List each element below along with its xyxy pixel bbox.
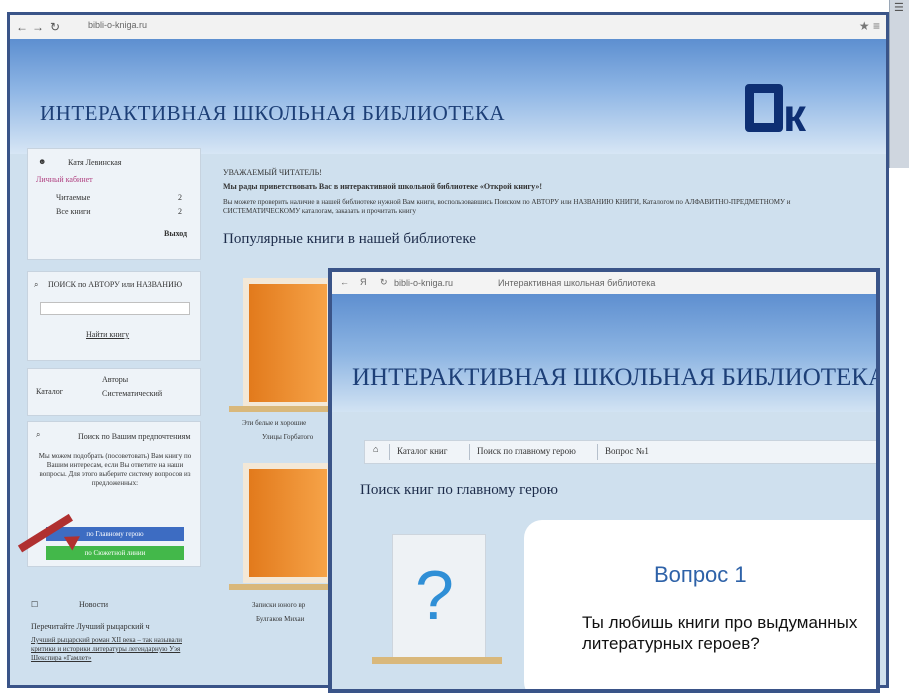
news-icon: ☐	[31, 600, 39, 609]
reload-icon[interactable]: ↻	[380, 277, 388, 288]
all-books-label: Все книги	[56, 207, 91, 216]
book-author: Булгаков Михаи	[256, 615, 305, 623]
site-title: ИНТЕРАКТИВНАЯ ШКОЛЬНАЯ БИБЛИОТЕКА	[352, 364, 880, 391]
home-icon[interactable]: ⌂	[373, 444, 378, 454]
address-bar[interactable]: bibli-o-kniga.ru	[88, 20, 147, 30]
personal-cabinet-link[interactable]: Личный кабинет	[36, 175, 93, 184]
yandex-icon[interactable]: Я	[360, 277, 367, 287]
menu-icon: ☰	[894, 2, 904, 14]
book-author: Улицы Горбатого	[262, 433, 314, 441]
popular-heading: Популярные книги в нашей библиотеке	[223, 231, 476, 247]
catalog-card: Каталог Авторы Систематический	[27, 368, 201, 416]
breadcrumb-catalog[interactable]: Каталог книг	[397, 446, 447, 456]
star-icon[interactable]: ★ ≡	[859, 19, 880, 33]
hero-search-heading: Поиск книг по главному герою	[360, 482, 558, 498]
reading-count: 2	[178, 193, 182, 202]
breadcrumb: ⌂ Каталог книг Поиск по главному герою В…	[364, 440, 876, 464]
search-input[interactable]	[40, 302, 190, 315]
browser-toolbar: ← → ↻ bibli-o-kniga.ru ★ ≡	[10, 15, 886, 40]
site-banner: ИНТЕРАКТИВНАЯ ШКОЛЬНАЯ БИБЛИОТЕКА	[332, 294, 876, 412]
all-books-count: 2	[178, 207, 182, 216]
logout-link[interactable]: Выход	[164, 229, 187, 238]
address-bar[interactable]: bibli-o-kniga.ru	[394, 278, 453, 288]
catalog-label: Каталог	[36, 387, 64, 396]
search-card: ⌕ ПОИСК по АВТОРУ или НАЗВАНИЮ Найти кни…	[27, 271, 201, 361]
site-banner: ИНТЕРАКТИВНАЯ ШКОЛЬНАЯ БИБЛИОТЕКА к	[10, 39, 886, 154]
user-card: ☻ Катя Левинская Личный кабинет Читаемые…	[27, 148, 201, 260]
news-label: Новости	[79, 600, 109, 609]
reload-icon[interactable]: ↻	[50, 20, 60, 34]
book-title[interactable]: Эти белые и хорошие	[242, 419, 306, 427]
find-book-button[interactable]: Найти книгу	[86, 330, 129, 339]
story-questions-button[interactable]: по Сюжетной линии	[46, 546, 184, 560]
user-avatar-icon: ☻	[38, 157, 47, 166]
question-panel: Вопрос 1 Ты любишь книги про выдуманных …	[524, 520, 876, 689]
user-name[interactable]: Катя Левинская	[68, 158, 121, 167]
intro-text: Вы можете проверить наличие в нашей библ…	[223, 198, 791, 215]
news-subtitle: Перечитайте Лучший рыцарский ч	[31, 622, 150, 631]
back-icon[interactable]: ←	[340, 277, 349, 287]
question-mark-icon: ?	[415, 556, 454, 634]
welcome-text: Мы рады приветствовать Вас в интерактивн…	[223, 182, 543, 191]
site-logo: к	[745, 84, 835, 154]
news-link[interactable]: Лучший рыцарский роман XII века – так на…	[31, 636, 196, 663]
page-title: Интерактивная школьная библиотека	[498, 278, 656, 288]
site-title: ИНТЕРАКТИВНАЯ ШКОЛЬНАЯ БИБЛИОТЕКА	[40, 101, 506, 125]
reading-label: Читаемые	[56, 193, 91, 202]
breadcrumb-hero-search[interactable]: Поиск по главному герою	[477, 446, 576, 456]
preferences-label: Поиск по Вашим предпочтениям	[78, 432, 191, 441]
shelf	[229, 584, 344, 590]
greeting: УВАЖАЕМЫЙ ЧИТАТЕЛЬ!	[223, 168, 322, 177]
search-icon: ⌕	[34, 280, 39, 289]
question-text: Ты любишь книги про выдуманных литератур…	[582, 613, 858, 653]
breadcrumb-question: Вопрос №1	[605, 446, 649, 456]
welcome-block: УВАЖАЕМЫЙ ЧИТАТЕЛЬ! Мы рады приветствова…	[223, 168, 843, 216]
question-title: Вопрос 1	[654, 562, 747, 587]
news-block: ☐ Новости Перечитайте Лучший рыцарский ч…	[27, 586, 201, 676]
preferences-card: ⌕ Поиск по Вашим предпочтениям Мы можем …	[27, 421, 201, 567]
catalog-systematic-link[interactable]: Систематический	[102, 389, 162, 398]
book-title[interactable]: Записки юного вр	[252, 601, 305, 609]
catalog-author-link[interactable]: Авторы	[102, 375, 128, 384]
browser-toolbar: ← Я ↻ bibli-o-kniga.ru Интерактивная шко…	[332, 272, 876, 295]
back-icon[interactable]: ←	[16, 20, 28, 34]
background-window-edge: ☰	[889, 0, 909, 168]
search-label: ПОИСК по АВТОРУ или НАЗВАНИЮ	[48, 280, 183, 289]
question-book: ?	[392, 534, 486, 661]
preferences-text: Мы можем подобрать (посоветовать) Вам кн…	[38, 452, 192, 487]
shelf	[229, 406, 344, 412]
shelf	[372, 657, 502, 664]
book-cover[interactable]	[243, 463, 333, 583]
forward-icon[interactable]: →	[32, 20, 44, 34]
search-pref-icon: ⌕	[36, 430, 41, 439]
book-cover[interactable]	[243, 278, 333, 408]
browser-window-question: ← Я ↻ bibli-o-kniga.ru Интерактивная шко…	[328, 268, 880, 693]
